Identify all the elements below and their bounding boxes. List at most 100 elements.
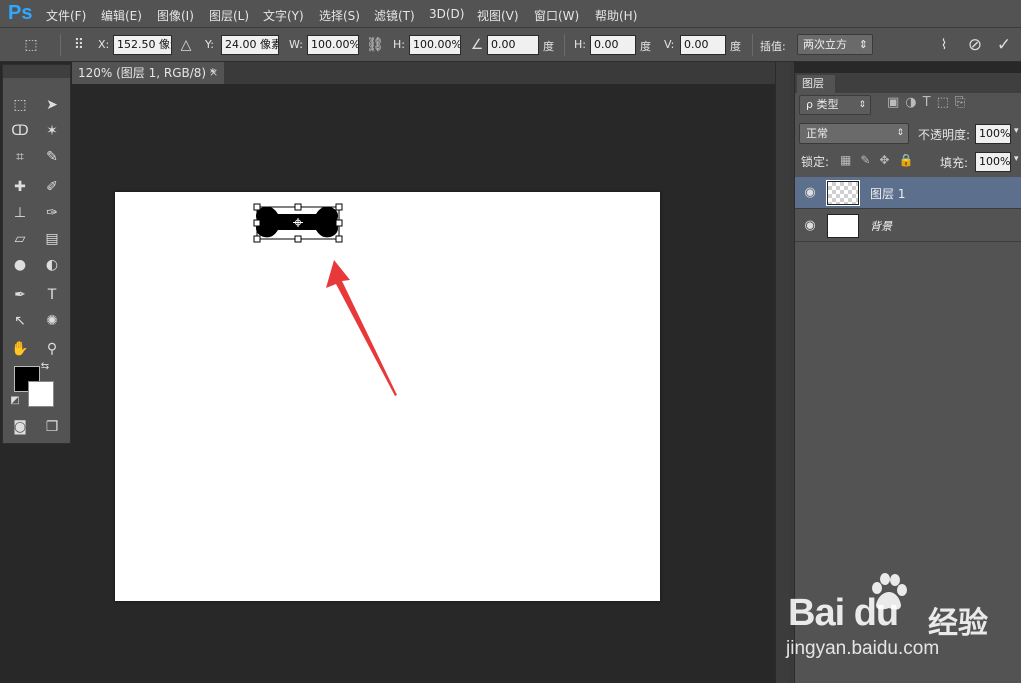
chevron-updown-icon: ⇕ [858,100,866,110]
app-logo: Ps [8,2,33,24]
opacity-field[interactable]: 100% [975,124,1011,144]
document-tab-bar: 120% (图层 1, RGB/8) * × [72,62,775,84]
layer-filter-select[interactable]: ρ 类型 ⇕ [799,95,871,115]
filter-label: ρ 类型 [806,98,839,111]
menu-filter[interactable]: 滤镜(T) [374,7,415,24]
commit-transform-icon[interactable]: ✓ [993,35,1015,55]
w-field[interactable]: 100.00% [307,35,359,55]
transform-tool-icon[interactable]: ⬚ [20,35,42,55]
gradient-icon[interactable]: ▤ [39,227,65,251]
close-icon[interactable]: × [209,62,218,84]
tools-panel: ⬚ ➤ ↀ ✶ ⌗ ✎ ✚ ✐ ⊥ ✑ ▱ ▤ ● ◐ ✒ T ↖ ✺ ✋ ⚲ … [2,64,71,444]
interp-select[interactable]: 两次立方 ⇕ [797,34,873,55]
history-brush-icon[interactable]: ✑ [39,201,65,225]
hand-icon[interactable]: ✋ [7,337,33,361]
chevron-down-icon[interactable]: ▾ [1014,154,1019,164]
h-field[interactable]: 100.00% [409,35,461,55]
eyedropper-icon[interactable]: ✎ [39,145,65,169]
x-field[interactable]: 152.50 像素 [113,35,172,55]
document-tab[interactable]: 120% (图层 1, RGB/8) * × [72,62,224,84]
magic-wand-icon[interactable]: ✶ [39,119,65,143]
w-label: W: [289,38,303,51]
layer-thumbnail [826,180,860,206]
eraser-icon[interactable]: ▱ [7,227,33,251]
background-color-swatch[interactable] [28,381,54,407]
custom-shape-icon[interactable]: ✺ [39,309,65,333]
blur-icon[interactable]: ● [7,253,33,277]
clone-stamp-icon[interactable]: ⊥ [7,201,33,225]
watermark-jingyan: 经验 [928,606,988,641]
screen-mode-icon[interactable]: ❐ [39,415,65,439]
y-field[interactable]: 24.00 像素 [221,35,279,55]
menu-layer[interactable]: 图层(L) [209,7,249,24]
watermark: Bai du 经验 jingyan.baidu.com [782,568,1021,678]
fill-field[interactable]: 100% [975,152,1011,172]
lasso-icon[interactable]: ↀ [7,119,33,143]
vskew-field[interactable]: 0.00 [680,35,726,55]
interp-label: 插值: [760,40,786,53]
filter-type-icons[interactable]: ▣◑T⬚⎘ [887,95,971,115]
watermark-url: jingyan.baidu.com [786,638,940,659]
angle-icon: ∠ [470,37,484,53]
menu-type[interactable]: 文字(Y) [263,7,304,24]
healing-brush-icon[interactable]: ✚ [7,175,33,199]
menu-file[interactable]: 文件(F) [46,7,86,24]
path-selection-icon[interactable]: ↖ [7,309,33,333]
dodge-icon[interactable]: ◐ [39,253,65,277]
chevron-updown-icon: ⇕ [858,38,868,51]
layer-name: 背景 [870,220,892,233]
interp-value: 两次立方 [803,38,847,51]
quick-mask-icon[interactable]: ◙ [7,415,33,439]
menu-view[interactable]: 视图(V) [477,7,519,24]
delta-icon[interactable]: △ [175,35,197,55]
tools-panel-header[interactable] [3,65,70,78]
transformed-shape[interactable] [252,202,344,244]
blend-mode-select[interactable]: 正常 ⇕ [799,123,909,144]
menu-image[interactable]: 图像(I) [157,7,194,24]
default-colors-icon[interactable]: ◩ [7,394,23,408]
pen-icon[interactable]: ✒ [7,283,33,307]
warp-mode-icon[interactable]: ⌇ [933,35,955,55]
opacity-label: 不透明度: [918,128,971,142]
menu-edit[interactable]: 编辑(E) [101,7,142,24]
fill-label: 填充: [940,156,969,170]
menu-window[interactable]: 窗口(W) [534,7,579,24]
angle-field[interactable]: 0.00 [487,35,539,55]
menu-select[interactable]: 选择(S) [319,7,360,24]
document-tab-title: 120% (图层 1, RGB/8) * [78,66,216,80]
zoom-icon[interactable]: ⚲ [39,337,65,361]
tab-layers[interactable]: 图层 [797,75,835,93]
hskew-field[interactable]: 0.00 [590,35,636,55]
layer-row[interactable]: ◉ 背景 [795,210,1021,242]
separator [60,34,61,56]
vskew-label: V: [664,38,675,51]
red-arrow-icon [326,260,397,396]
cancel-transform-icon[interactable]: ⊘ [964,35,986,55]
menu-help[interactable]: 帮助(H) [595,7,637,24]
hskew-label: H: [574,38,586,51]
hskew-unit: 度 [640,40,651,53]
eye-icon[interactable]: ◉ [801,218,819,234]
lock-icons[interactable]: ▦✎✥🔒 [840,153,922,167]
type-icon[interactable]: T [39,283,65,307]
crop-icon[interactable]: ⌗ [7,145,33,169]
watermark-brand: Bai du [788,592,899,634]
move-icon[interactable]: ➤ [39,93,65,117]
marquee-icon[interactable]: ⬚ [7,93,33,117]
panel-tab-bar: 图层 [795,73,1021,93]
separator [564,34,565,56]
menu-3d[interactable]: 3D(D) [429,7,464,21]
brush-icon[interactable]: ✐ [39,175,65,199]
chevron-down-icon[interactable]: ▾ [1014,126,1019,136]
reference-point-icon[interactable]: ⠿ [68,35,90,55]
eye-icon[interactable]: ◉ [801,185,819,201]
x-label: X: [98,38,110,51]
vskew-unit: 度 [730,40,741,53]
blend-mode-value: 正常 [806,127,828,140]
angle-unit: 度 [543,40,554,53]
layer-row[interactable]: ◉ 图层 1 [795,177,1021,209]
bone-shape-icon [253,203,343,243]
y-label: Y: [205,38,214,51]
link-icon[interactable]: ⛓ [364,35,386,55]
photoshop-window: Ps 文件(F) 编辑(E) 图像(I) 图层(L) 文字(Y) 选择(S) 滤… [0,0,1021,683]
